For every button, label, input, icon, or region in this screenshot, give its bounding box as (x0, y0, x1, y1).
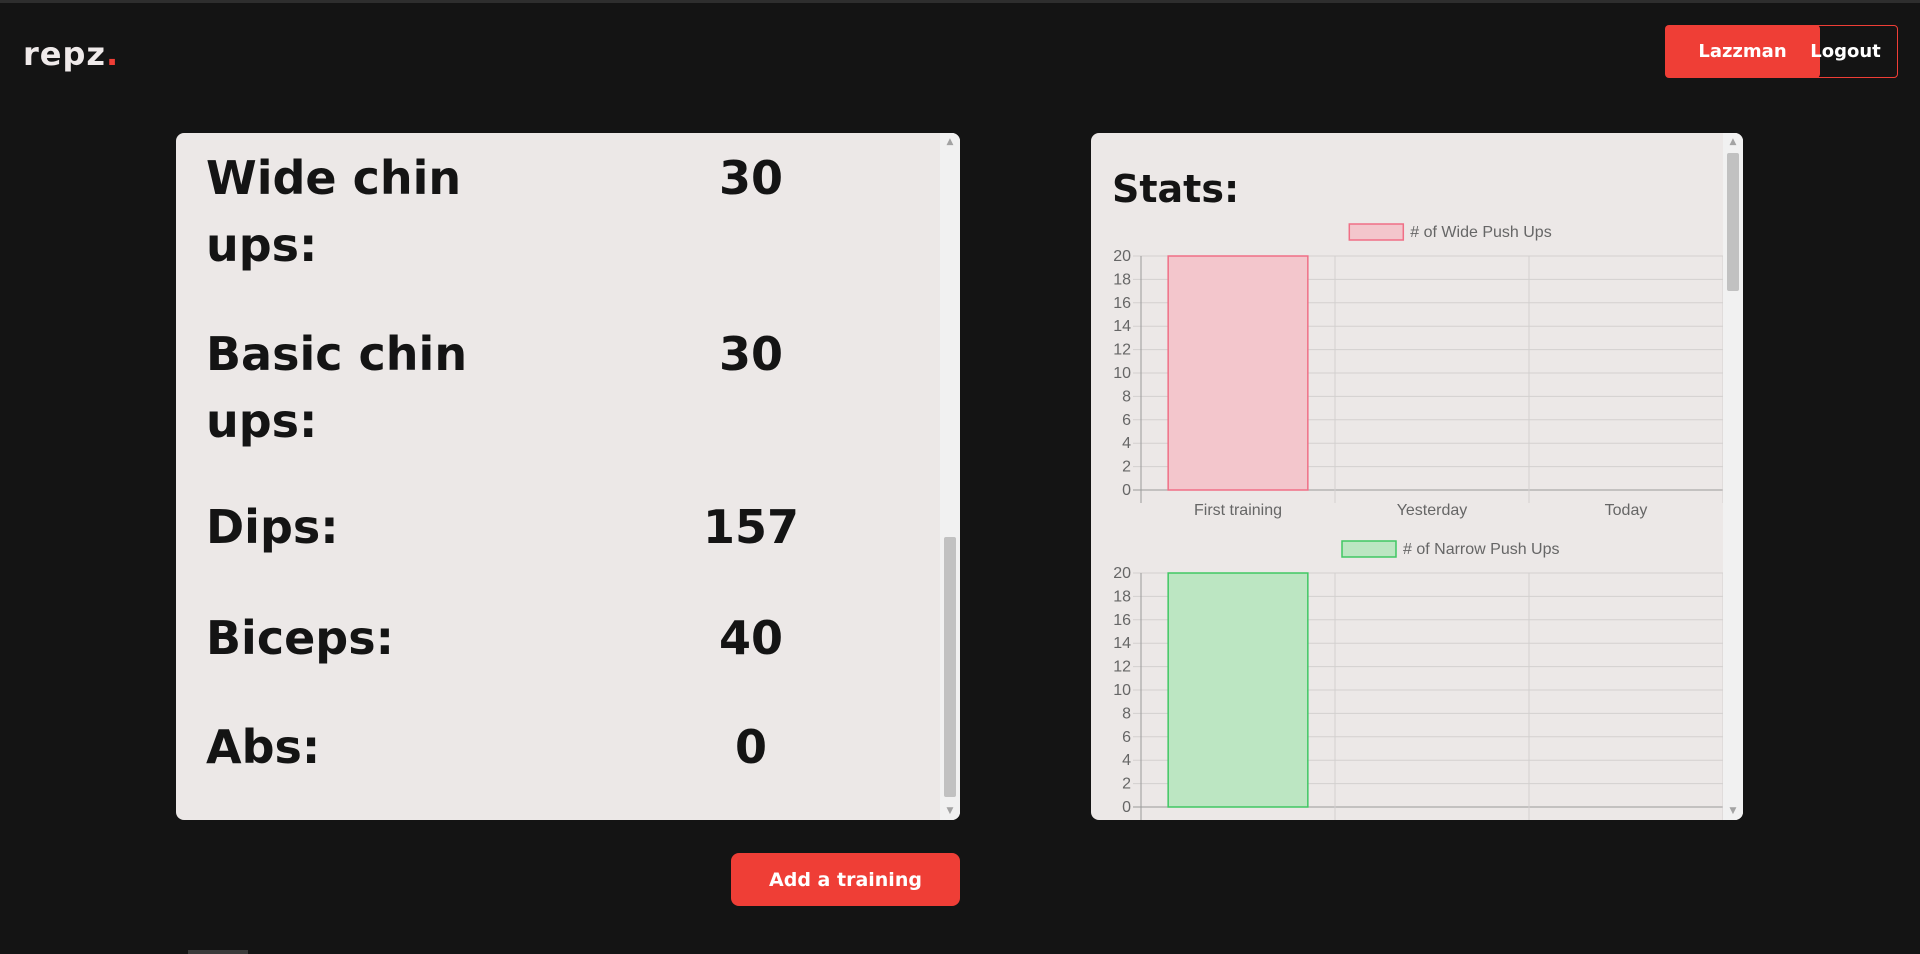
y-tick-label: 14 (1113, 318, 1131, 335)
y-tick-label: 12 (1113, 659, 1131, 676)
exercise-value: 0 (734, 720, 767, 774)
x-tick-label: Today (1605, 502, 1648, 519)
legend-swatch (1341, 540, 1397, 558)
y-tick-label: 10 (1113, 682, 1131, 699)
y-tick-label: 10 (1113, 365, 1131, 382)
legend-swatch (1348, 223, 1405, 241)
y-tick-label: 2 (1122, 776, 1131, 793)
exercise-name: Dips: (206, 500, 339, 554)
exercises-panel: Wide chin ups: 30 Basic chin ups: 30 Dip… (176, 133, 960, 820)
scroll-down-icon[interactable]: ▼ (940, 802, 960, 820)
y-tick-label: 8 (1122, 705, 1131, 722)
y-tick-label: 18 (1113, 271, 1131, 288)
y-tick-label: 16 (1113, 295, 1131, 312)
y-tick-label: 20 (1113, 565, 1131, 582)
exercise-value: 40 (718, 611, 783, 665)
stats-charts: # of Wide Push Ups02468101214161820First… (1113, 223, 1723, 820)
y-tick-label: 4 (1122, 435, 1131, 452)
scroll-up-icon[interactable]: ▲ (1723, 133, 1743, 151)
scroll-thumb[interactable] (1727, 153, 1739, 291)
bar (1167, 572, 1309, 808)
y-tick-label: 12 (1113, 342, 1131, 359)
top-border (0, 0, 1920, 3)
scroll-down-icon[interactable]: ▼ (1723, 802, 1743, 820)
stats-scrollbar[interactable]: ▲ ▼ (1723, 133, 1743, 820)
exercise-value: 30 (718, 151, 783, 205)
y-tick-label: 2 (1122, 459, 1131, 476)
y-tick-label: 0 (1122, 482, 1131, 499)
logo-text: repz (23, 35, 107, 73)
logout-button[interactable]: Logout (1793, 25, 1898, 78)
y-tick-label: 6 (1122, 729, 1131, 746)
y-tick-label: 18 (1113, 588, 1131, 605)
exercise-name: Wide chin ups: (206, 151, 462, 272)
legend-label: # of Wide Push Ups (1410, 224, 1551, 241)
stats-panel: Stats: # of Wide Push Ups 0 2 4 6 8 10 12 14 16 18… (1091, 133, 1743, 820)
y-tick-label: 14 (1113, 635, 1131, 652)
exercise-name: Abs: (206, 720, 321, 774)
exercise-value: 30 (718, 327, 783, 381)
y-tick-label: 6 (1122, 412, 1131, 429)
y-tick-label: 0 (1122, 799, 1131, 816)
y-tick-label: 20 (1113, 248, 1131, 265)
bottom-scroll-indicator (188, 950, 248, 954)
exercises-scrollbar[interactable]: ▲ ▼ (940, 133, 960, 820)
x-tick-label: First training (1194, 502, 1282, 519)
scroll-up-icon[interactable]: ▲ (940, 133, 960, 151)
scroll-thumb[interactable] (944, 537, 956, 797)
exercise-name: Biceps: (206, 611, 394, 665)
y-tick-label: 4 (1122, 752, 1131, 769)
x-tick-label: Yesterday (1397, 502, 1468, 519)
add-training-button[interactable]: Add a training (731, 853, 960, 906)
exercise-value: 157 (702, 500, 800, 554)
bar (1167, 255, 1309, 491)
exercise-name: Basic chin ups: (206, 327, 468, 448)
legend-label: # of Narrow Push Ups (1403, 541, 1560, 558)
y-tick-label: 8 (1122, 388, 1131, 405)
app-logo[interactable]: repz. (23, 30, 119, 78)
logo-dot: . (106, 35, 120, 73)
y-tick-label: 16 (1113, 612, 1131, 629)
